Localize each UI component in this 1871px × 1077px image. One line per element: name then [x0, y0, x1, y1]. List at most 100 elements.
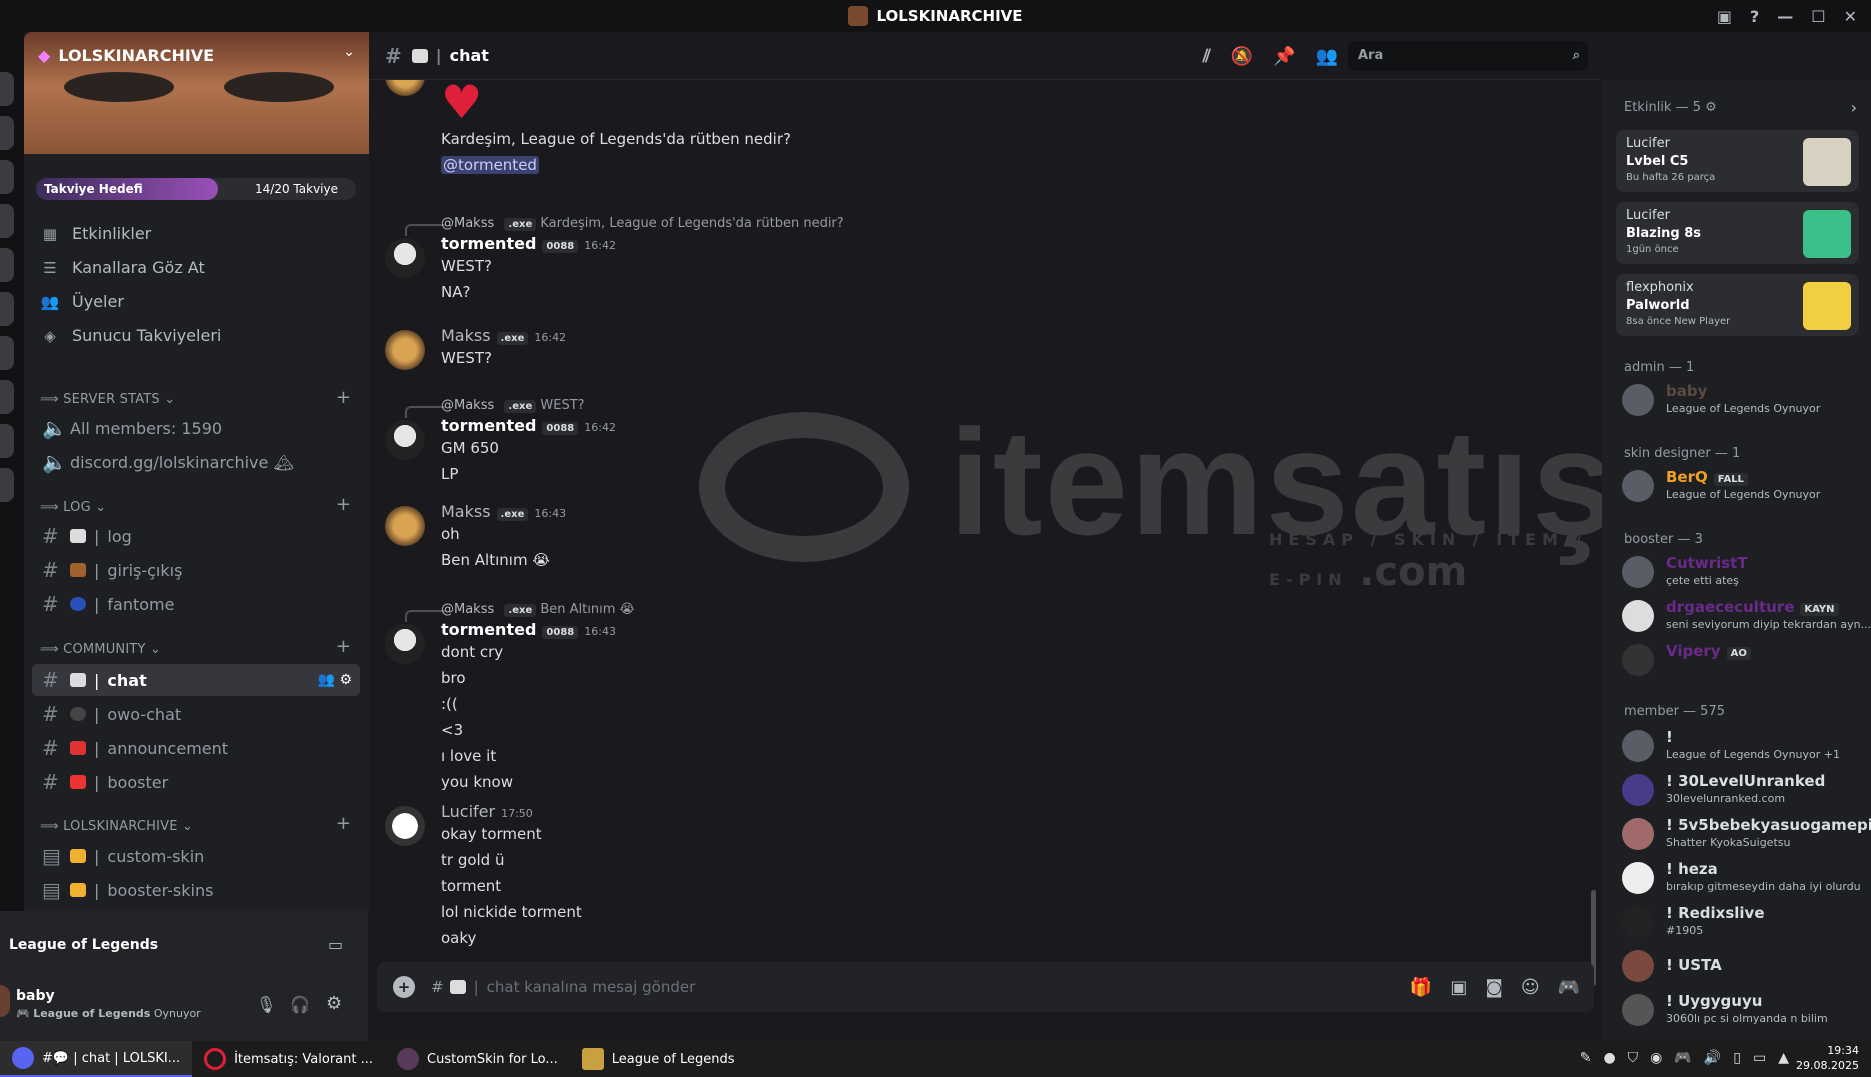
channel-custom-skin[interactable]: ▤ | custom-skin	[32, 840, 360, 872]
channel-announcement[interactable]: # | announcement	[32, 732, 360, 764]
nav-events[interactable]: ▦ Etkinlikler	[40, 224, 151, 243]
server-item[interactable]	[0, 204, 14, 238]
server-item[interactable]	[0, 424, 14, 458]
guild-tag[interactable]: 0088	[542, 422, 579, 435]
channel-booster[interactable]: # | booster	[32, 766, 360, 798]
reply-preview[interactable]: @Makss .exe WEST?	[441, 398, 585, 413]
channel-owo-chat[interactable]: # | owo-chat	[32, 698, 360, 730]
server-item[interactable]	[0, 160, 14, 194]
member-item[interactable]: ! Uygyguyu 3060lı pc si olmyanda n bilim	[1622, 990, 1862, 1030]
message-composer[interactable]: + # | chat kanalına mesaj gönder 🎁 ▣ ◙ ☺…	[377, 962, 1594, 1012]
username[interactable]: Makss	[441, 326, 491, 345]
nav-members[interactable]: 👥 Üyeler	[40, 292, 124, 311]
guild-tag[interactable]: .exe	[496, 332, 529, 345]
channel-stat-invite[interactable]: 🔈 discord.gg/lolskinarchive 🏔	[32, 446, 360, 478]
volume-icon[interactable]: 🔊	[1704, 1050, 1721, 1066]
task-opera[interactable]: İtemsatış: Valorant ...	[192, 1041, 385, 1077]
maximize-icon[interactable]: ☐	[1811, 7, 1825, 26]
chevron-right-icon[interactable]: ›	[1851, 98, 1857, 117]
add-channel-icon[interactable]: +	[336, 636, 351, 657]
server-item[interactable]	[0, 292, 14, 326]
shield-icon[interactable]: ⛉	[1628, 1050, 1639, 1066]
guild-tag[interactable]: 0088	[542, 626, 579, 639]
category-community[interactable]: ⟹ COMMUNITY ⌄	[40, 642, 161, 657]
message-list[interactable]: ♥ Kardeşim, League of Legends'da rütben …	[369, 80, 1602, 990]
member-item[interactable]: CutwristT çete etti ateş	[1622, 552, 1862, 592]
task-discord[interactable]: #💬 | chat | LOLSKI...	[0, 1041, 193, 1077]
activity-card[interactable]: flexphonix Palworld 8sa önce New Player	[1616, 274, 1859, 336]
clock[interactable]: 19:34 29.08.2025	[1796, 1043, 1859, 1073]
avatar[interactable]	[385, 506, 425, 546]
activity-card[interactable]: Lucifer Blazing 8s 1gün önce	[1616, 202, 1859, 264]
reply-preview[interactable]: @Makss .exe Kardeşim, League of Legends'…	[441, 216, 844, 231]
avatar[interactable]	[385, 420, 425, 460]
member-item[interactable]: ! 30LevelUnranked 30levelunranked.com	[1622, 770, 1862, 810]
member-list-icon[interactable]: 👥	[1316, 46, 1338, 67]
search-input[interactable]: Ara ⌕	[1348, 41, 1588, 71]
server-item[interactable]	[0, 468, 14, 502]
gift-icon[interactable]: 🎁	[1410, 977, 1432, 998]
category-log[interactable]: ⟹ LOG ⌄	[40, 500, 106, 515]
threads-icon[interactable]: ⫽	[1203, 46, 1211, 67]
channel-booster-skins[interactable]: ▤ | booster-skins	[32, 874, 360, 906]
channel-stat-members[interactable]: 🔈 All members: 1590	[32, 412, 360, 444]
activities-icon[interactable]: 🎮	[1558, 977, 1580, 998]
server-item[interactable]	[0, 72, 14, 106]
add-channel-icon[interactable]: +	[336, 387, 351, 408]
record-icon[interactable]: ●	[1603, 1050, 1615, 1066]
member-item[interactable]: ! USTA	[1622, 946, 1862, 986]
server-list[interactable]	[0, 32, 24, 1041]
help-icon[interactable]: ?	[1750, 7, 1759, 26]
notification-bell-icon[interactable]: 🔕	[1231, 46, 1253, 67]
username[interactable]: tormented	[441, 416, 536, 435]
add-channel-icon[interactable]: +	[336, 813, 351, 834]
channel-chat[interactable]: # | chat 👥 ⚙	[32, 664, 360, 696]
nvidia-icon[interactable]: ▲	[1778, 1050, 1789, 1066]
user-name[interactable]: baby	[16, 988, 55, 1004]
message-input[interactable]: chat kanalına mesaj gönder	[487, 978, 696, 996]
screen-share-icon[interactable]: ▭	[328, 935, 343, 954]
channel-log[interactable]: # | log	[32, 520, 360, 552]
category-server-stats[interactable]: ⟹ SERVER STATS ⌄	[40, 392, 175, 407]
reply-preview[interactable]: @Makss .exe Ben Altınım 😭	[441, 602, 635, 617]
add-attachment-icon[interactable]: +	[393, 976, 415, 998]
network-icon[interactable]: ▭	[1753, 1050, 1766, 1066]
member-item[interactable]: ! Redixslive #1905	[1622, 902, 1862, 942]
server-name-button[interactable]: ◆ LOLSKINARCHIVE	[38, 46, 214, 65]
avatar[interactable]	[385, 806, 425, 846]
sticker-icon[interactable]: ◙	[1485, 977, 1502, 998]
server-item[interactable]	[0, 336, 14, 370]
microphone-icon[interactable]: 🎙	[256, 995, 276, 1014]
avatar[interactable]	[385, 330, 425, 370]
member-item[interactable]: BerQ FALL League of Legends Oynuyor	[1622, 466, 1862, 506]
member-item[interactable]: baby League of Legends Oynuyor	[1622, 380, 1862, 420]
avatar[interactable]	[385, 80, 425, 96]
add-channel-icon[interactable]: +	[336, 494, 351, 515]
channel-fantome[interactable]: # | fantome	[32, 588, 360, 620]
member-item[interactable]: drgaececulture KAYN seni seviyorum diyip t…	[1622, 596, 1871, 636]
avatar[interactable]	[0, 985, 10, 1017]
username[interactable]: tormented	[441, 234, 536, 253]
nav-server-boosts[interactable]: ◈ Sunucu Takviyeleri	[40, 326, 221, 345]
category-lolskinarchive[interactable]: ⟹ LOLSKINARCHIVE ⌄	[40, 819, 193, 834]
headphones-icon[interactable]: 🎧	[290, 995, 310, 1014]
member-item[interactable]: Vipery AO	[1622, 640, 1862, 680]
username[interactable]: Makss	[441, 502, 491, 521]
member-item[interactable]: ! 5v5bebekyasuogamepilayShatter KyokaSui…	[1622, 814, 1871, 854]
task-customskin[interactable]: CustomSkin for Lo...	[385, 1041, 570, 1077]
guild-tag[interactable]: 0088	[542, 240, 579, 253]
game-icon[interactable]: 🎮	[1674, 1050, 1691, 1066]
member-item[interactable]: ! League of Legends Oynuyor +1	[1622, 726, 1862, 766]
activity-card[interactable]: Lucifer Lvbel C5 Bu hafta 26 parça	[1616, 130, 1859, 192]
server-item[interactable]	[0, 380, 14, 414]
battery-icon[interactable]: ▯	[1733, 1050, 1741, 1066]
pin-icon[interactable]: 📌	[1273, 46, 1295, 67]
username[interactable]: Lucifer	[441, 802, 495, 821]
inbox-icon[interactable]: ▣	[1717, 7, 1732, 26]
avatar[interactable]	[385, 238, 425, 278]
guild-tag[interactable]: .exe	[496, 508, 529, 521]
discord-tray-icon[interactable]: ◉	[1650, 1050, 1662, 1066]
user-mention[interactable]: @tormented	[441, 156, 539, 174]
member-item[interactable]: ! heza bırakıp gitmeseydin daha iyi olurd…	[1622, 858, 1862, 898]
server-item[interactable]	[0, 116, 14, 150]
